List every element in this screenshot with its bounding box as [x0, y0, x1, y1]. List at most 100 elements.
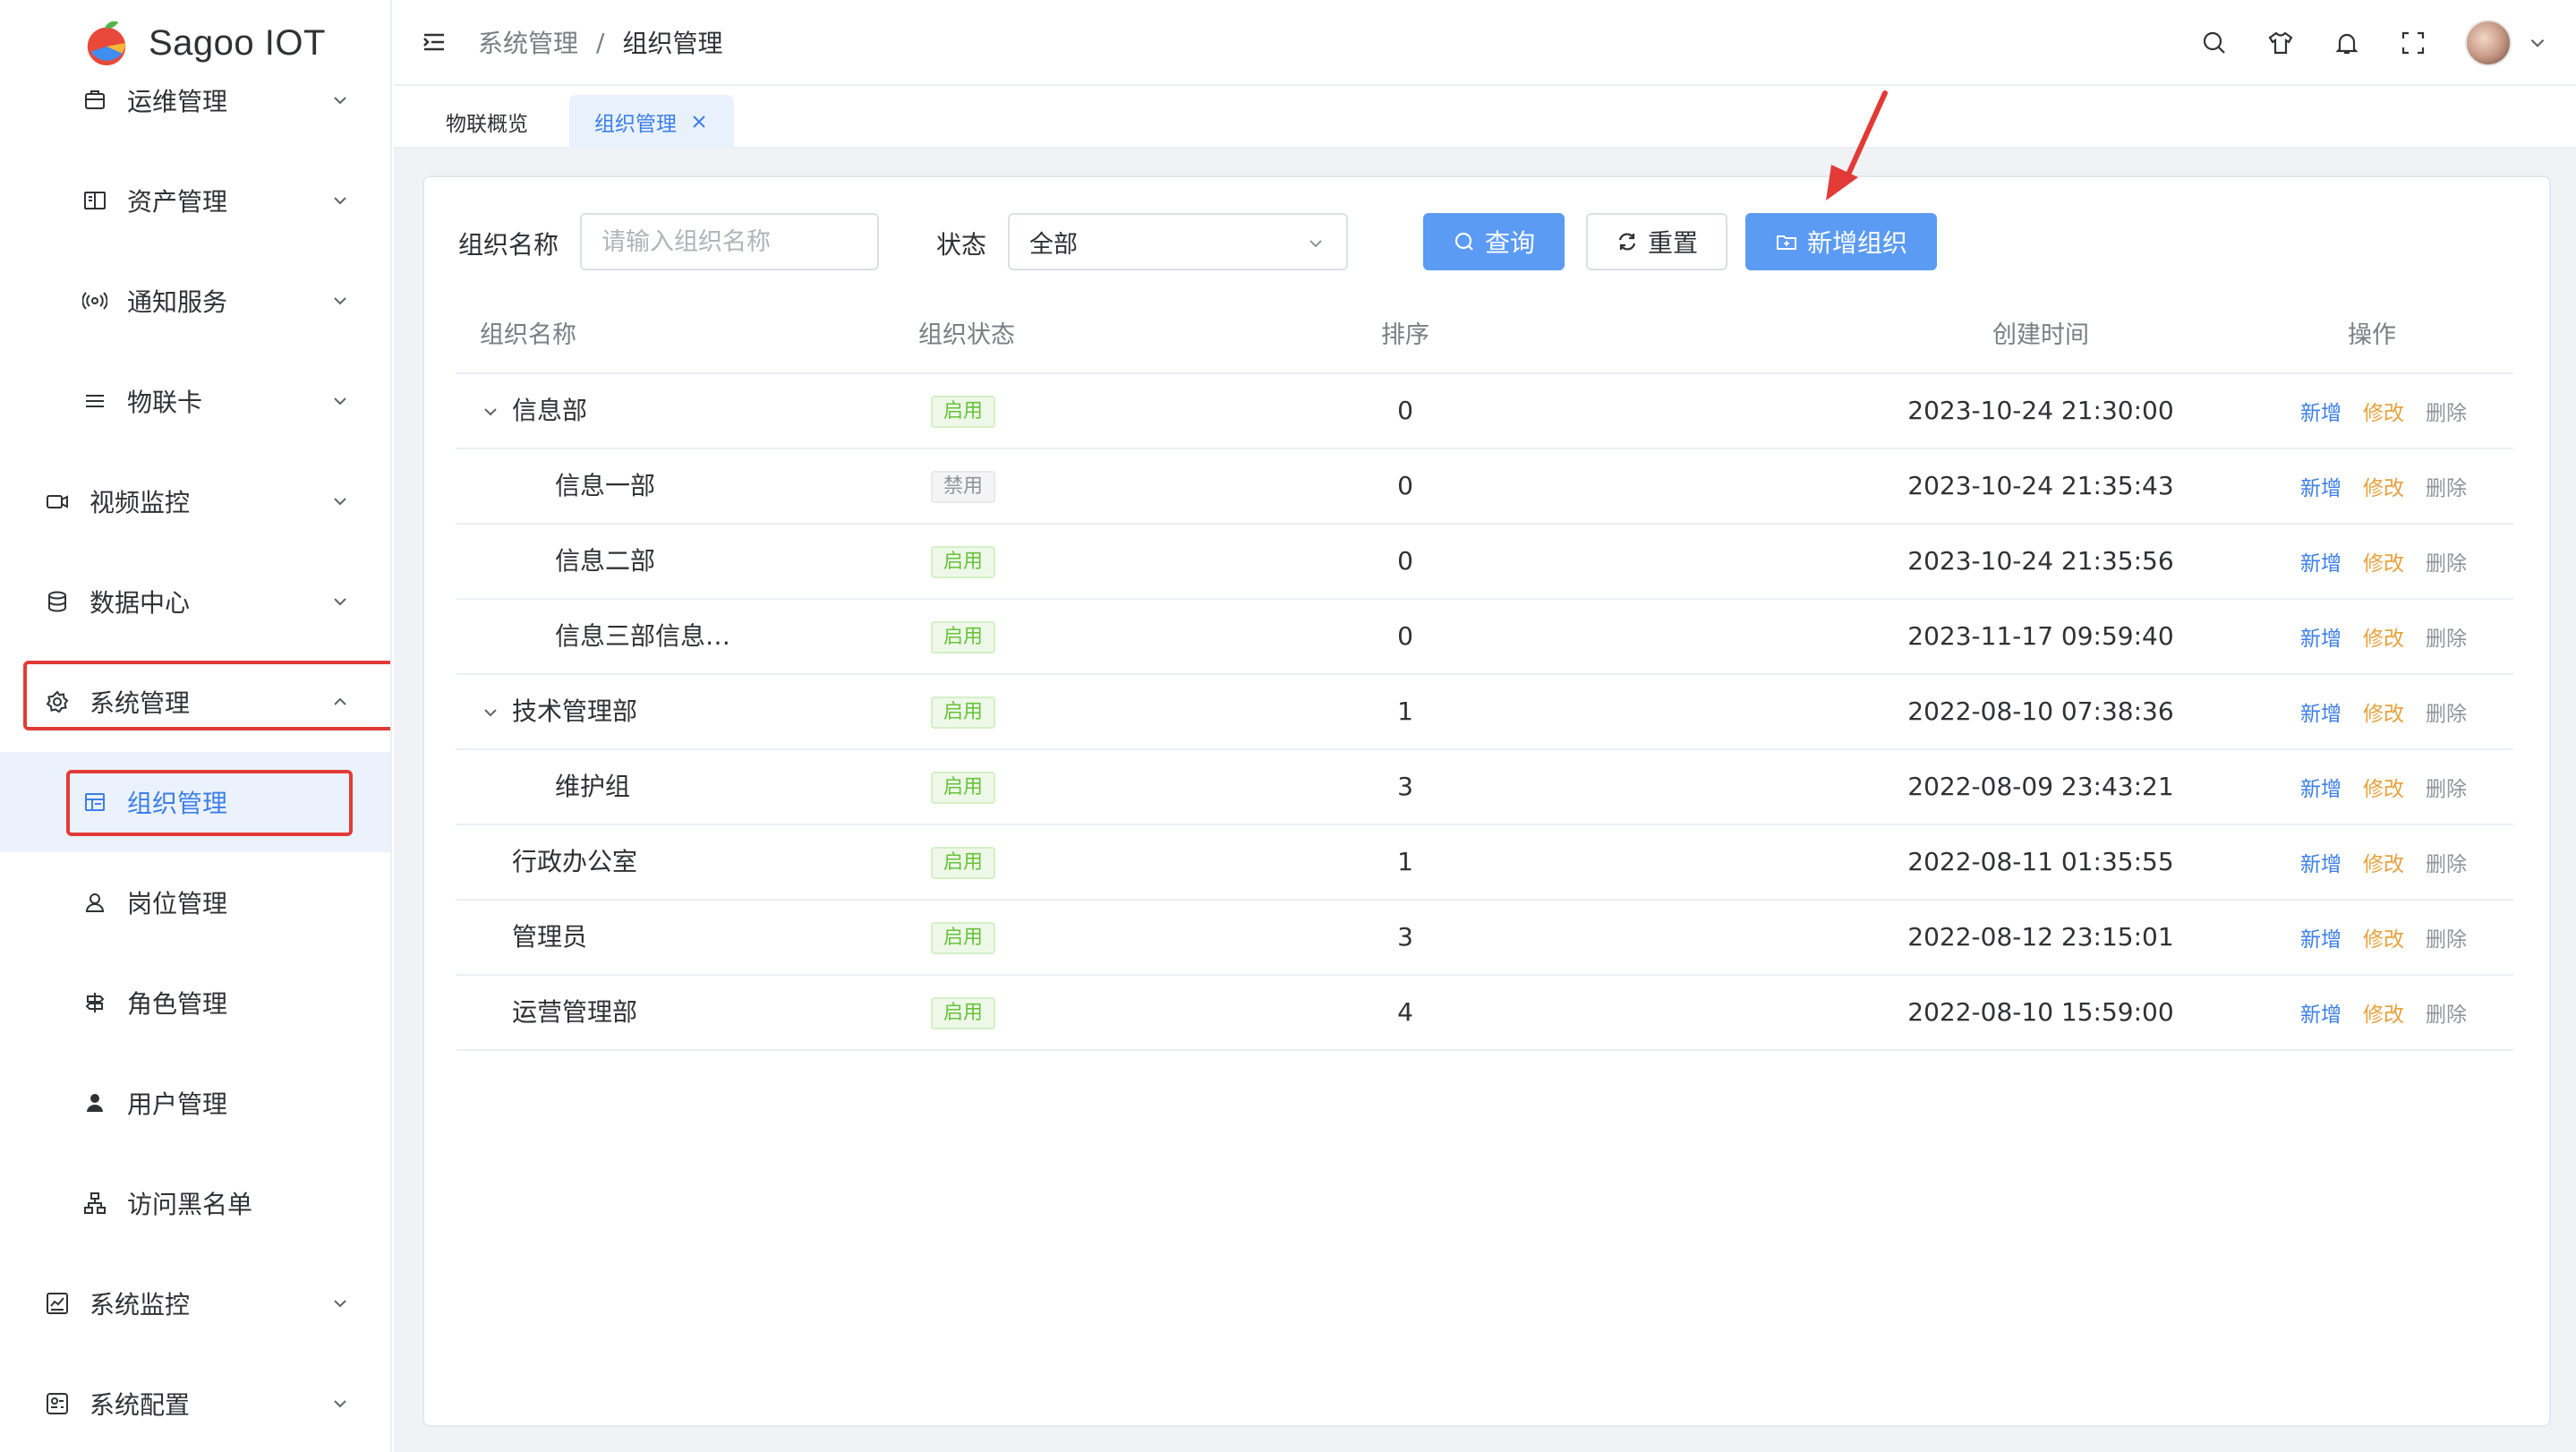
menu-label: 数据中心 [90, 588, 191, 618]
row-add-link[interactable]: 新增 [2300, 922, 2341, 952]
menu-label: 访问黑名单 [127, 1190, 253, 1219]
sidebar: Sagoo IOT 运维管理 资产管理 通知服务 物联卡 视频监控 数据中心 系… [0, 0, 392, 1452]
menu-assets[interactable]: 资产管理 [0, 150, 390, 251]
avatar[interactable] [2465, 20, 2512, 66]
monitor-icon [43, 1289, 72, 1318]
menu-fold-icon[interactable] [421, 29, 448, 56]
row-delete-link[interactable]: 删除 [2426, 922, 2467, 952]
status-badge: 启用 [931, 997, 996, 1029]
close-icon[interactable] [689, 112, 709, 132]
col-header-ops: 操作 [2348, 321, 2396, 349]
row-edit-link[interactable]: 修改 [2363, 471, 2404, 501]
status-badge: 启用 [931, 546, 996, 578]
tab-iot-overview[interactable]: 物联概览 [421, 95, 553, 149]
breadcrumb-item[interactable]: 系统管理 [478, 24, 578, 60]
menu-notify[interactable]: 通知服务 [0, 251, 390, 351]
chevron-down-icon [334, 397, 346, 406]
org-table: 组织名称 组织状态 排序 创建时间 操作 信息部 启用 0 2023-10-24 21… [456, 299, 2513, 1051]
menu-label: 系统管理 [90, 688, 191, 718]
row-delete-link[interactable]: 删除 [2426, 847, 2467, 877]
menu-data-center[interactable]: 数据中心 [0, 551, 390, 652]
row-edit-link[interactable]: 修改 [2363, 396, 2404, 426]
fullscreen-icon[interactable] [2399, 29, 2427, 57]
row-edit-link[interactable]: 修改 [2363, 997, 2404, 1028]
cell-org-name: 管理员 [512, 922, 588, 952]
org-name-label: 组织名称 [458, 230, 559, 260]
chevron-down-icon [334, 297, 346, 305]
row-actions: 新增 修改 删除 [2300, 901, 2467, 974]
menu-user[interactable]: 用户管理 [0, 1053, 390, 1153]
menu-post[interactable]: 岗位管理 [0, 852, 390, 952]
status-select[interactable]: 全部 [1008, 213, 1348, 270]
row-delete-link[interactable]: 删除 [2426, 396, 2467, 426]
table-row: 管理员 启用 3 2022-08-12 23:15:01 新增 修改 删除 [456, 901, 2513, 976]
row-edit-link[interactable]: 修改 [2363, 847, 2404, 877]
menu-iot-card[interactable]: 物联卡 [0, 351, 390, 451]
row-add-link[interactable]: 新增 [2300, 471, 2341, 501]
table-row: 运营管理部 启用 4 2022-08-10 15:59:00 新增 修改 删除 [456, 976, 2513, 1051]
refresh-icon [1618, 233, 1636, 251]
row-edit-link[interactable]: 修改 [2363, 546, 2404, 577]
shirt-icon[interactable] [2266, 29, 2295, 57]
row-delete-link[interactable]: 删除 [2426, 772, 2467, 802]
status-badge: 禁用 [931, 471, 996, 503]
menu-label: 用户管理 [127, 1089, 228, 1119]
row-edit-link[interactable]: 修改 [2363, 696, 2404, 727]
chevron-down-icon [334, 1400, 346, 1408]
menu-video[interactable]: 视频监控 [0, 451, 390, 551]
cell-org-name: 信息部 [512, 396, 588, 425]
chevron-down-icon [334, 598, 346, 606]
col-header-sort[interactable]: 排序 [1378, 299, 1432, 372]
menu-label: 通知服务 [127, 287, 228, 317]
org-name-input[interactable] [580, 213, 879, 270]
bell-icon[interactable] [2333, 29, 2361, 57]
cell-sort: 0 [1397, 621, 1413, 651]
row-add-link[interactable]: 新增 [2300, 621, 2341, 652]
menu-system[interactable]: 系统管理 [0, 652, 390, 752]
tab-org-management[interactable]: 组织管理 [569, 95, 734, 149]
row-delete-link[interactable]: 删除 [2426, 546, 2467, 577]
reset-button[interactable]: 重置 [1586, 213, 1727, 270]
book-icon [81, 186, 109, 215]
row-add-link[interactable]: 新增 [2300, 696, 2341, 727]
config-icon [43, 1389, 72, 1418]
table-row: 信息部 启用 0 2023-10-24 21:30:00 新增 修改 删除 [456, 374, 2513, 449]
add-org-button[interactable]: 新增组织 [1745, 213, 1937, 270]
menu-blacklist[interactable]: 访问黑名单 [0, 1153, 390, 1253]
cell-sort: 0 [1397, 396, 1413, 425]
chevron-down-icon [334, 97, 346, 105]
row-delete-link[interactable]: 删除 [2426, 471, 2467, 501]
menu-sys-config[interactable]: 系统配置 [0, 1354, 390, 1452]
cell-create-time: 2023-11-17 09:59:40 [1907, 621, 2174, 651]
menu-label: 物联卡 [127, 388, 203, 417]
menu-sys-monitor[interactable]: 系统监控 [0, 1253, 390, 1354]
row-add-link[interactable]: 新增 [2300, 997, 2341, 1028]
row-edit-link[interactable]: 修改 [2363, 772, 2404, 802]
chevron-down-icon[interactable] [480, 702, 501, 723]
header-tools [2200, 0, 2549, 86]
row-add-link[interactable]: 新增 [2300, 847, 2341, 877]
row-add-link[interactable]: 新增 [2300, 546, 2341, 577]
cell-create-time: 2023-10-24 21:35:56 [1907, 546, 2174, 576]
chevron-down-icon[interactable] [480, 401, 501, 423]
row-edit-link[interactable]: 修改 [2363, 922, 2404, 952]
menu-role[interactable]: 角色管理 [0, 952, 390, 1053]
search-icon [1454, 232, 1473, 251]
query-button[interactable]: 查询 [1423, 213, 1565, 270]
chevron-down-icon [334, 197, 346, 205]
col-header-name: 组织名称 [480, 321, 576, 349]
search-icon[interactable] [2200, 29, 2229, 57]
row-add-link[interactable]: 新增 [2300, 772, 2341, 802]
chevron-down-icon[interactable] [2526, 31, 2549, 55]
row-actions: 新增 修改 删除 [2300, 976, 2467, 1049]
menu-org[interactable]: 组织管理 [0, 752, 390, 852]
cell-sort: 1 [1397, 847, 1413, 876]
row-edit-link[interactable]: 修改 [2363, 621, 2404, 652]
table-row: 信息二部 启用 0 2023-10-24 21:35:56 新增 修改 删除 [456, 525, 2513, 600]
cell-org-name: 信息二部 [555, 546, 656, 576]
row-add-link[interactable]: 新增 [2300, 396, 2341, 426]
row-delete-link[interactable]: 删除 [2426, 621, 2467, 652]
row-delete-link[interactable]: 删除 [2426, 997, 2467, 1028]
menu-ops[interactable]: 运维管理 [0, 50, 390, 150]
row-delete-link[interactable]: 删除 [2426, 696, 2467, 727]
